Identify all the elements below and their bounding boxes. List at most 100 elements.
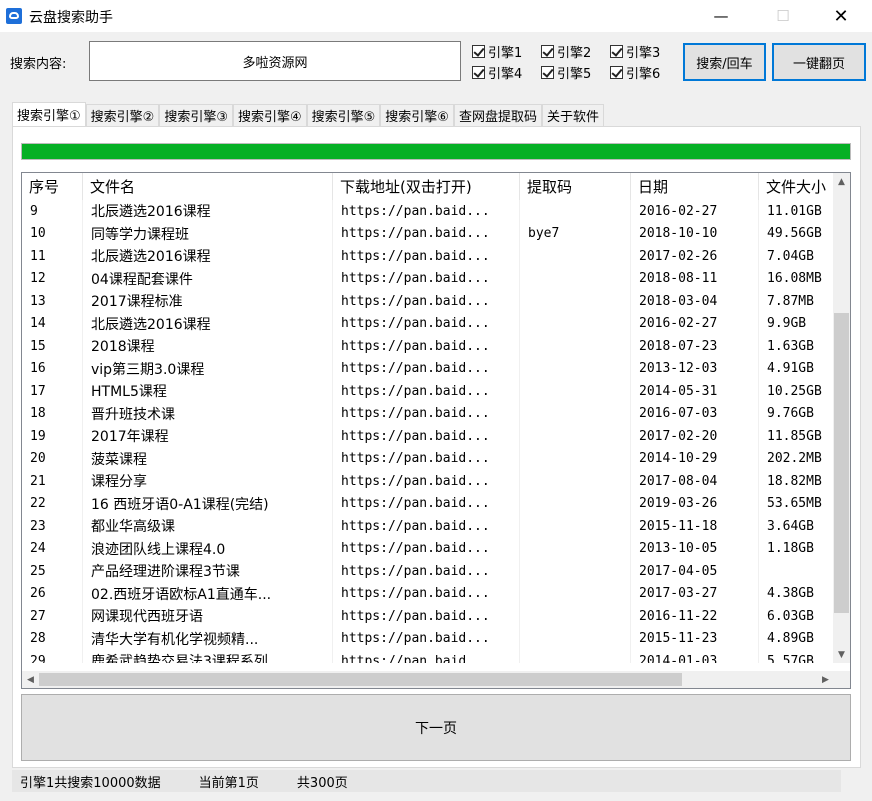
table-cell — [520, 402, 631, 425]
table-cell — [520, 560, 631, 583]
table-cell: 7.87MB — [759, 290, 834, 313]
results-table[interactable]: 序号 文件名 下载地址(双击打开) 提取码 日期 文件大小 9 北辰遴选2016课… — [21, 172, 851, 689]
table-cell: https://pan.baid... — [333, 605, 520, 628]
table-cell: 26 — [22, 582, 83, 605]
table-cell: 20 — [22, 447, 83, 470]
table-cell: 2016-02-27 — [631, 200, 759, 223]
table-row[interactable]: 11 北辰遴选2016课程 https://pan.baid... 2017-02-2… — [22, 245, 834, 268]
table-cell: 6.03GB — [759, 605, 834, 628]
progress-fill — [22, 144, 850, 159]
table-row[interactable]: 15 2018课程 https://pan.baid... 2018-07-23 1.6… — [22, 335, 834, 358]
table-row[interactable]: 17 HTML5课程 https://pan.baid... 2014-05-31 10… — [22, 380, 834, 403]
table-row[interactable]: 19 2017年课程 https://pan.baid... 2017-02-20 11… — [22, 425, 834, 448]
table-cell: 11 — [22, 245, 83, 268]
checkbox-checked-icon — [472, 66, 485, 79]
column-header[interactable]: 提取码 — [520, 173, 631, 200]
scroll-right-icon[interactable]: ▶ — [817, 671, 834, 688]
tab-engine-1[interactable]: 搜索引擎① — [12, 102, 86, 126]
table-cell: 网课现代西班牙语 — [83, 605, 333, 628]
table-cell: 2018-03-04 — [631, 290, 759, 313]
minimize-button[interactable]: — — [698, 0, 744, 32]
scroll-left-icon[interactable]: ◀ — [22, 671, 39, 688]
tab-about[interactable]: 关于软件 — [541, 104, 604, 126]
next-page-button[interactable]: 下一页 — [21, 694, 851, 761]
tab-engine-6[interactable]: 搜索引擎⑥ — [380, 104, 454, 126]
status-bar: 引擎1共搜索10000数据 当前第1页 共300页 — [12, 770, 841, 792]
scroll-down-icon[interactable]: ▼ — [833, 646, 850, 663]
table-cell: 2017-02-26 — [631, 245, 759, 268]
column-header[interactable]: 文件名 — [83, 173, 333, 200]
scroll-up-icon[interactable]: ▲ — [833, 173, 850, 190]
table-cell: 27 — [22, 605, 83, 628]
vertical-scrollbar[interactable]: ▲ ▼ — [833, 173, 850, 663]
table-cell: 16 西班牙语0-A1课程(完结) — [83, 492, 333, 515]
table-row[interactable]: 9 北辰遴选2016课程 https://pan.baid... 2016-02-27… — [22, 200, 834, 223]
table-row[interactable]: 22 16 西班牙语0-A1课程(完结) https://pan.baid... 20… — [22, 492, 834, 515]
close-button[interactable]: ✕ — [818, 0, 864, 32]
table-row[interactable]: 26 02.西班牙语欧标A1直通车... https://pan.baid... 20… — [22, 582, 834, 605]
table-cell: 11.01GB — [759, 200, 834, 223]
table-row[interactable]: 25 产品经理进阶课程3节课 https://pan.baid... 2017-04-… — [22, 560, 834, 583]
progress-bar — [21, 143, 851, 160]
table-cell: 浪迹团队线上课程4.0 — [83, 537, 333, 560]
table-cell: 14 — [22, 312, 83, 335]
table-row[interactable]: 14 北辰遴选2016课程 https://pan.baid... 2016-02-2… — [22, 312, 834, 335]
table-cell: https://pan.baid... — [333, 650, 520, 663]
engine-checkbox-2[interactable]: 引擎2 — [541, 42, 591, 61]
table-row[interactable]: 27 网课现代西班牙语 https://pan.baid... 2016-11-22 6… — [22, 605, 834, 628]
tab-engine-5[interactable]: 搜索引擎⑤ — [306, 104, 381, 126]
engine-label: 引擎2 — [557, 46, 592, 61]
engine-checkbox-3[interactable]: 引擎3 — [610, 42, 660, 61]
table-row[interactable]: 12 04课程配套课件 https://pan.baid... 2018-08-11 1… — [22, 267, 834, 290]
status-count: 引擎1共搜索10000数据 — [20, 775, 161, 791]
table-cell: 16 — [22, 357, 83, 380]
table-cell: 2014-01-03 — [631, 650, 759, 663]
table-cell: 23 — [22, 515, 83, 538]
table-cell: bye7 — [520, 222, 631, 245]
tab-engine-4[interactable]: 搜索引擎④ — [232, 104, 307, 126]
table-row[interactable]: 16 vip第三期3.0课程 https://pan.baid... 2013-12-… — [22, 357, 834, 380]
table-cell: 18.82MB — [759, 470, 834, 493]
table-cell: vip第三期3.0课程 — [83, 357, 333, 380]
table-cell: https://pan.baid... — [333, 357, 520, 380]
tab-engine-3[interactable]: 搜索引擎③ — [159, 104, 233, 126]
table-cell: https://pan.baid... — [333, 267, 520, 290]
maximize-button[interactable]: ☐ — [760, 0, 806, 32]
scroll-thumb[interactable] — [834, 313, 849, 613]
tab-extract-code[interactable]: 查网盘提取码 — [453, 104, 542, 126]
horizontal-scrollbar[interactable]: ◀ ▶ — [22, 671, 834, 688]
table-row[interactable]: 10 同等学力课程班 https://pan.baid... bye7 2018-10-… — [22, 222, 834, 245]
table-cell: 2017-02-20 — [631, 425, 759, 448]
engine-checkbox-1[interactable]: 引擎1 — [472, 42, 522, 61]
table-body: 9 北辰遴选2016课程 https://pan.baid... 2016-02-27… — [22, 200, 834, 663]
engine-checkbox-6[interactable]: 引擎6 — [610, 63, 660, 82]
table-row[interactable]: 29 鹿希武趋势交易法3课程系列 https://pan.baid... 2014-0… — [22, 650, 834, 663]
table-cell — [520, 537, 631, 560]
tab-strip: 搜索引擎① 搜索引擎② 搜索引擎③ 搜索引擎④ 搜索引擎⑤ 搜索引擎⑥ 查网盘提… — [12, 102, 604, 126]
table-row[interactable]: 13 2017课程标准 https://pan.baid... 2018-03-04 7… — [22, 290, 834, 313]
table-row[interactable]: 20 菠菜课程 https://pan.baid... 2014-10-29 202.2… — [22, 447, 834, 470]
table-row[interactable]: 28 清华大学有机化学视频精... https://pan.baid... 2015-… — [22, 627, 834, 650]
table-cell — [520, 357, 631, 380]
search-input[interactable]: 多啦资源网 — [89, 41, 461, 81]
table-cell: 12 — [22, 267, 83, 290]
table-cell: https://pan.baid... — [333, 470, 520, 493]
table-cell: 北辰遴选2016课程 — [83, 312, 333, 335]
table-row[interactable]: 21 课程分享 https://pan.baid... 2017-08-04 18.82… — [22, 470, 834, 493]
tab-engine-2[interactable]: 搜索引擎② — [85, 104, 160, 126]
column-header[interactable]: 日期 — [631, 173, 759, 200]
engine-checkbox-4[interactable]: 引擎4 — [472, 63, 522, 82]
column-header[interactable]: 文件大小 — [759, 173, 834, 200]
scroll-thumb[interactable] — [39, 673, 682, 686]
table-cell: 2017-08-04 — [631, 470, 759, 493]
column-header[interactable]: 下载地址(双击打开) — [333, 173, 520, 200]
column-header[interactable]: 序号 — [22, 173, 83, 200]
table-row[interactable]: 23 都业华高级课 https://pan.baid... 2015-11-18 3.6… — [22, 515, 834, 538]
search-button[interactable]: 搜索/回车 — [683, 43, 766, 81]
table-cell: 7.04GB — [759, 245, 834, 268]
engine-checkbox-5[interactable]: 引擎5 — [541, 63, 591, 82]
flip-pages-button[interactable]: 一键翻页 — [772, 43, 866, 81]
table-row[interactable]: 18 晋升班技术课 https://pan.baid... 2016-07-03 9.7… — [22, 402, 834, 425]
table-row[interactable]: 24 浪迹团队线上课程4.0 https://pan.baid... 2013-10-… — [22, 537, 834, 560]
table-cell: https://pan.baid... — [333, 492, 520, 515]
